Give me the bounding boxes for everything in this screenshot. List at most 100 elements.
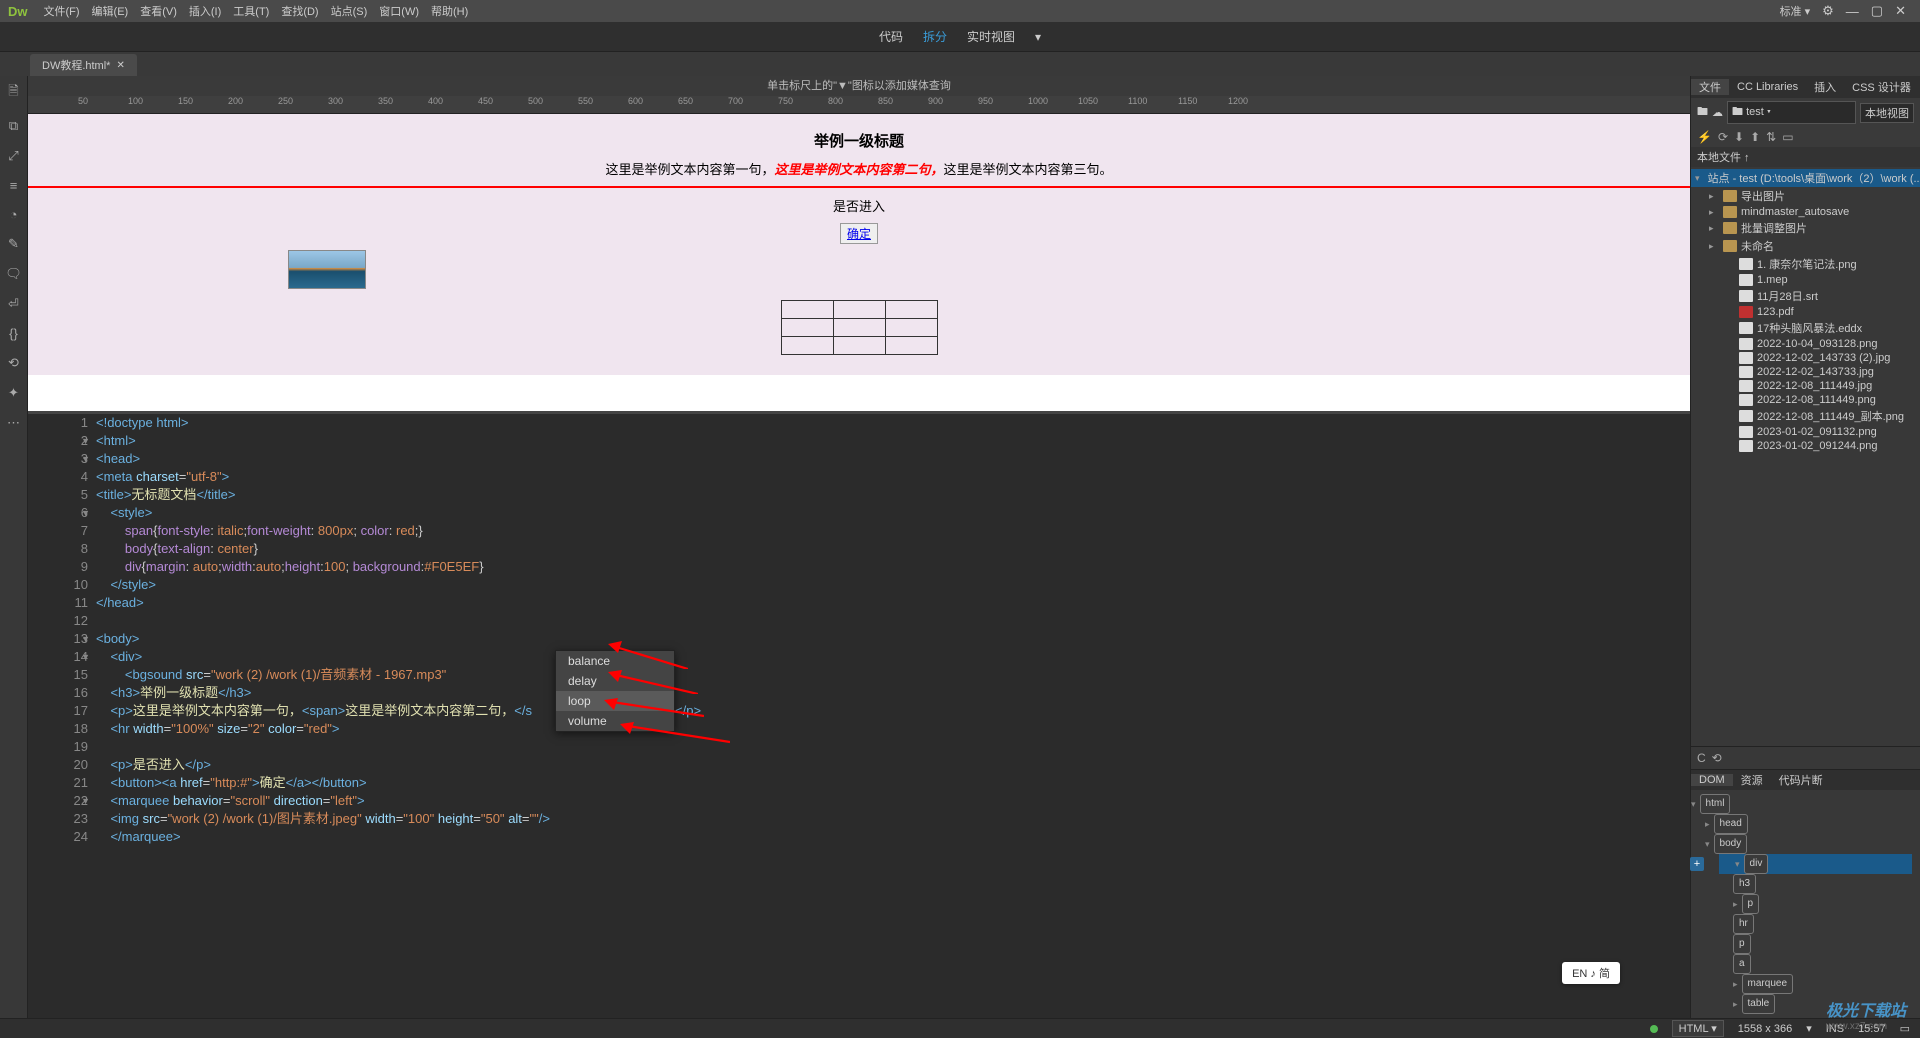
ime-indicator[interactable]: EN ♪ 简	[1562, 962, 1620, 984]
tool-wrap-icon[interactable]: ⏎	[8, 296, 19, 312]
dom-tab-assets[interactable]: 资源	[1733, 772, 1771, 788]
menu-edit[interactable]: 编辑(E)	[86, 3, 135, 19]
document-tab[interactable]: DW教程.html* ✕	[30, 54, 137, 76]
menu-window[interactable]: 窗口(W)	[373, 3, 425, 19]
view-live[interactable]: 实时视图	[967, 28, 1015, 45]
menu-file[interactable]: 文件(F)	[38, 3, 86, 19]
settings-icon[interactable]: ⚙	[1816, 3, 1840, 19]
dom-marquee[interactable]: ▸marquee	[1733, 974, 1912, 994]
dom-panel: DOM 资源 代码片断 ▾html ▸head ▾body +▾div h3 ▸…	[1691, 769, 1920, 1018]
file-item[interactable]: 2023-01-02_091132.png	[1691, 425, 1920, 439]
status-sync-icon[interactable]	[1650, 1025, 1658, 1033]
panel-tabs: 文件 CC Libraries 插入 CSS 设计器	[1691, 76, 1920, 98]
panel-tab-css[interactable]: CSS 设计器	[1844, 79, 1919, 95]
preview-hr	[28, 186, 1690, 188]
files-bottom-icons: C ⟲	[1691, 746, 1920, 769]
file-tree-root[interactable]: ▾站点 - test (D:\tools\桌面\work（2）\work (..…	[1691, 169, 1920, 187]
dom-tab-dom[interactable]: DOM	[1691, 774, 1733, 786]
sync-icon[interactable]: ⇅	[1766, 130, 1776, 144]
menu-insert[interactable]: 插入(I)	[183, 3, 227, 19]
link-status-icon[interactable]: ⟲	[1712, 751, 1722, 765]
code-lines[interactable]: <!doctype html><html><head><meta charset…	[96, 414, 1690, 1018]
dom-tab-snippets[interactable]: 代码片断	[1771, 772, 1831, 788]
dom-div[interactable]: +▾div	[1719, 854, 1912, 874]
ruler[interactable]: 5010015020025030035040045050055060065070…	[28, 96, 1690, 114]
status-lang[interactable]: HTML ▾	[1672, 1020, 1724, 1037]
menu-view[interactable]: 查看(V)	[134, 3, 183, 19]
panel-tab-files[interactable]: 文件	[1691, 79, 1729, 95]
status-dims-dropdown-icon[interactable]: ▾	[1806, 1022, 1812, 1035]
folder-item[interactable]: ▸mindmaster_autosave	[1691, 205, 1920, 219]
dom-h3[interactable]: h3	[1733, 874, 1912, 894]
tab-close-icon[interactable]: ✕	[116, 60, 124, 71]
tool-indent-icon[interactable]: {}	[9, 326, 18, 341]
files-header[interactable]: 本地文件 ↑	[1691, 147, 1920, 167]
cloud-icon[interactable]: ☁	[1712, 106, 1723, 119]
file-item[interactable]: 2023-01-02_091244.png	[1691, 439, 1920, 453]
file-item[interactable]: 123.pdf	[1691, 305, 1920, 319]
get-icon[interactable]: ⬇	[1734, 130, 1744, 144]
panel-tab-insert[interactable]: 插入	[1806, 79, 1844, 95]
menu-site[interactable]: 站点(S)	[325, 3, 374, 19]
view-dropdown-icon[interactable]: ▾	[1035, 30, 1041, 44]
site-icon[interactable]: 🖿	[1697, 103, 1708, 122]
refresh-icon[interactable]: ⟳	[1718, 130, 1728, 144]
tool-brush-icon[interactable]: ✎	[8, 236, 19, 252]
design-preview[interactable]: 举例一级标题 这里是举例文本内容第一句，这里是举例文本内容第二句，这里是举例文本…	[28, 114, 1690, 414]
file-item[interactable]: 17种头脑风暴法.eddx	[1691, 319, 1920, 337]
preview-confirm-button[interactable]: 确定	[840, 223, 878, 244]
app-logo: Dw	[8, 4, 28, 19]
tool-file-icon[interactable]: 🗎	[8, 82, 18, 104]
file-item[interactable]: 1. 康奈尔笔记法.png	[1691, 255, 1920, 273]
file-item[interactable]: 2022-10-04_093128.png	[1691, 337, 1920, 351]
dom-add-button[interactable]: +	[1690, 857, 1704, 871]
close-icon[interactable]: ✕	[1889, 3, 1912, 19]
watermark-logo: 极光下载站www.xz7.com	[1826, 997, 1906, 1032]
connect-icon[interactable]: ⚡	[1697, 130, 1712, 144]
expand-icon[interactable]: ▭	[1782, 130, 1793, 144]
file-item[interactable]: 2022-12-08_111449.jpg	[1691, 379, 1920, 393]
dom-body[interactable]: ▾body	[1705, 834, 1912, 854]
preview-paragraph-1: 这里是举例文本内容第一句，这里是举例文本内容第二句，这里是举例文本内容第三句。	[28, 159, 1690, 178]
panel-tab-cclib[interactable]: CC Libraries	[1729, 81, 1806, 93]
menu-find[interactable]: 查找(D)	[275, 3, 324, 19]
file-item[interactable]: 2022-12-08_111449_副本.png	[1691, 407, 1920, 425]
tool-comment-icon[interactable]: 🗨	[5, 266, 22, 282]
file-item[interactable]: 11月28日.srt	[1691, 287, 1920, 305]
view-dropdown[interactable]: 本地视图	[1860, 103, 1914, 123]
viewmode-bar: 代码 拆分 实时视图 ▾	[0, 22, 1920, 52]
files-toolbar: 🖿 ☁ 🖿 test ▾ 本地视图	[1691, 98, 1920, 127]
site-dropdown[interactable]: 🖿 test ▾	[1727, 101, 1856, 124]
maximize-icon[interactable]: ▢	[1865, 3, 1889, 19]
file-item[interactable]: 1.mep	[1691, 273, 1920, 287]
file-item[interactable]: 2022-12-02_143733 (2).jpg	[1691, 351, 1920, 365]
tool-list-icon[interactable]: ≡	[10, 178, 18, 193]
tool-expand-icon[interactable]: ⤢	[8, 148, 18, 164]
tool-format-icon[interactable]: ⟲	[8, 355, 19, 371]
workspace-dropdown[interactable]: 标准 ▾	[1774, 3, 1817, 19]
dom-head[interactable]: ▸head	[1705, 814, 1912, 834]
tool-manage-icon[interactable]: ⧉	[9, 118, 18, 134]
folder-item[interactable]: ▸导出图片	[1691, 187, 1920, 205]
dom-a[interactable]: a	[1733, 954, 1912, 974]
dom-p1[interactable]: ▸p	[1733, 894, 1912, 914]
dom-p2[interactable]: p	[1733, 934, 1912, 954]
view-split[interactable]: 拆分	[923, 28, 947, 45]
minimize-icon[interactable]: ―	[1840, 4, 1865, 19]
tool-color-icon[interactable]: ◔	[10, 207, 18, 222]
dom-html[interactable]: ▾html	[1691, 794, 1912, 814]
sync-status-icon[interactable]: C	[1697, 751, 1706, 765]
file-item[interactable]: 2022-12-02_143733.jpg	[1691, 365, 1920, 379]
view-code[interactable]: 代码	[879, 28, 903, 45]
folder-item[interactable]: ▸批量调整图片	[1691, 219, 1920, 237]
tool-star-icon[interactable]: ✦	[8, 385, 19, 401]
dom-hr[interactable]: hr	[1733, 914, 1912, 934]
code-editor[interactable]: 12▼3▼456▼78910111213▼14▼1516171819202122…	[28, 414, 1690, 1018]
editor-area: 单击标尺上的"▼"图标以添加媒体查询 501001502002503003504…	[28, 76, 1690, 1018]
tool-more-icon[interactable]: ⋯	[7, 415, 20, 431]
menu-help[interactable]: 帮助(H)	[425, 3, 474, 19]
menu-tools[interactable]: 工具(T)	[227, 3, 275, 19]
file-item[interactable]: 2022-12-08_111449.png	[1691, 393, 1920, 407]
put-icon[interactable]: ⬆	[1750, 130, 1760, 144]
folder-item[interactable]: ▸未命名	[1691, 237, 1920, 255]
